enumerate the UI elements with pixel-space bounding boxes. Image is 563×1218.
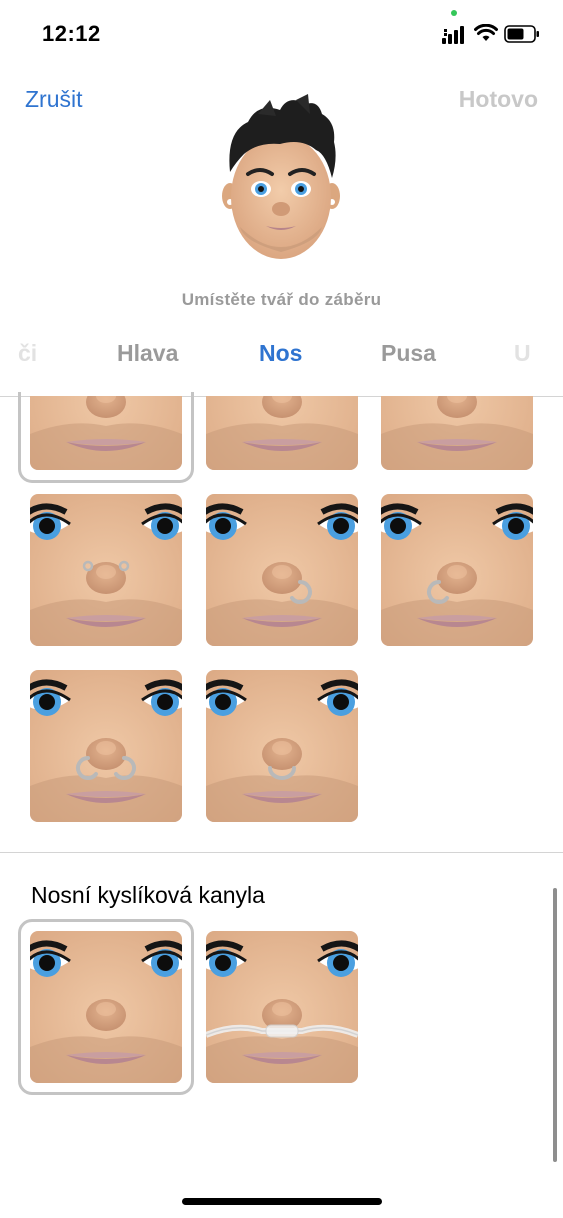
tab-next-partial[interactable]: U	[514, 340, 531, 367]
face-preview	[206, 494, 358, 646]
status-bar: 12:12	[0, 0, 563, 70]
face-preview	[30, 494, 182, 646]
piercing-option-bridge-studs[interactable]	[30, 494, 182, 646]
tab-previous-partial[interactable]: či	[18, 340, 37, 367]
face-preview	[30, 670, 182, 822]
cellular-signal-icon	[442, 26, 464, 44]
face-preview	[30, 931, 182, 1083]
home-indicator[interactable]	[182, 1198, 382, 1205]
piercing-option-plain-3[interactable]	[381, 396, 533, 470]
cancel-button[interactable]: Zrušit	[25, 86, 83, 113]
tab-nos[interactable]: Nos	[259, 340, 302, 367]
piercing-option-right-nostril-ring[interactable]	[206, 494, 358, 646]
piercing-option-septum-ring[interactable]	[206, 670, 358, 822]
face-preview	[206, 931, 358, 1083]
memoji-avatar-preview	[222, 94, 340, 259]
piercing-option-plain-1[interactable]	[30, 396, 182, 470]
tab-pusa[interactable]: Pusa	[381, 340, 436, 367]
face-preview	[206, 396, 358, 470]
piercing-option-both-nostril-rings[interactable]	[30, 670, 182, 822]
face-preview	[381, 494, 533, 646]
face-frame-hint: Umístěte tvář do záběru	[181, 290, 382, 309]
face-preview	[206, 670, 358, 822]
privacy-indicator-dot	[451, 10, 457, 16]
cannula-option-none[interactable]	[30, 931, 182, 1083]
scrollbar[interactable]	[553, 888, 557, 1162]
wifi-icon	[474, 24, 498, 41]
status-time: 12:12	[42, 21, 101, 46]
tab-hlava[interactable]: Hlava	[117, 340, 178, 367]
face-preview	[381, 396, 533, 470]
face-preview	[30, 396, 182, 470]
cannula-option-oxygen-tube[interactable]	[206, 931, 358, 1083]
battery-icon	[504, 25, 539, 43]
piercing-option-left-nostril-ring[interactable]	[381, 494, 533, 646]
piercing-option-plain-2[interactable]	[206, 396, 358, 470]
cannula-section-title: Nosní kyslíková kanyla	[31, 882, 265, 908]
section-divider	[0, 852, 563, 853]
done-button[interactable]: Hotovo	[459, 86, 538, 113]
